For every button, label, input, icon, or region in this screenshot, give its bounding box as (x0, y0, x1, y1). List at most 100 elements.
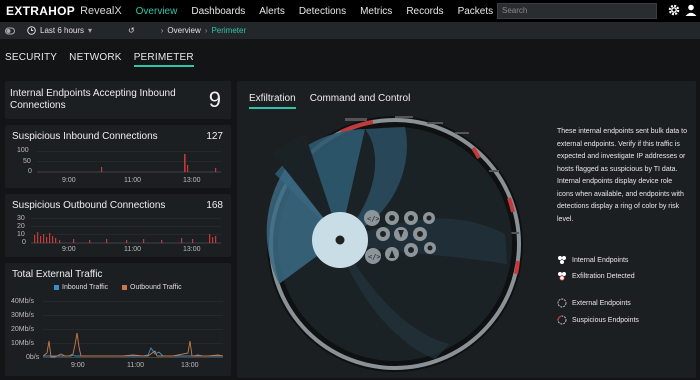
inbound-endpoints-title: Internal Endpoints Accepting Inbound Con… (10, 88, 176, 111)
y-tick-label: 40Mb/s (11, 298, 34, 305)
external-traffic-chart (43, 301, 223, 358)
gear-icon[interactable] (667, 3, 681, 17)
x-tick-label: 11:00 (124, 246, 141, 253)
chart-bar (181, 238, 183, 243)
chart-bar (55, 238, 57, 243)
chart-bar (40, 236, 42, 243)
inbound-endpoints-count: 9 (208, 87, 221, 112)
chart-bar (73, 239, 75, 243)
legend-outbound[interactable]: Outbound Traffic (122, 284, 182, 291)
tab-exfiltration[interactable]: Exfiltration (249, 93, 296, 109)
y-tick-label: 10Mb/s (11, 340, 34, 347)
external-traffic-panel[interactable]: Total External Traffic Inbound Traffic O… (5, 263, 231, 376)
breadcrumb-overview[interactable]: Overview (167, 26, 200, 35)
legend-suspicious-endpoints: Suspicious Endpoints (557, 315, 639, 325)
chart-bar (184, 154, 186, 172)
y-tick-label: 30Mb/s (11, 312, 34, 319)
y-tick-label: 0 (22, 239, 26, 246)
user-icon[interactable] (684, 3, 698, 17)
legend-label: Internal Endpoints (572, 256, 629, 264)
inbound-endpoints-panel[interactable]: Internal Endpoints Accepting Inbound Con… (5, 81, 231, 119)
dashboard-tabs: SECURITY NETWORK PERIMETER (5, 52, 194, 67)
chart-bar (37, 232, 39, 243)
suspicious-outbound-title: Suspicious Outbound Connections (12, 200, 166, 211)
chevron-right-icon: › (160, 26, 164, 35)
x-tick-label: 9:00 (71, 362, 85, 369)
exfiltration-detected-icon (558, 272, 566, 281)
svg-text:</>: </> (367, 215, 380, 223)
exfiltration-description: These internal endpoints sent bulk data … (557, 128, 687, 223)
external-endpoints-icon (557, 298, 567, 308)
tab-security[interactable]: SECURITY (5, 52, 57, 67)
chart-bar (161, 240, 163, 243)
time-range-selector[interactable]: Last 6 hours (40, 26, 84, 35)
suspicious-inbound-chart (37, 151, 221, 173)
internal-endpoints-icon (558, 256, 566, 264)
legend-inbound-label: Inbound Traffic (62, 284, 109, 291)
chart-bar (212, 237, 214, 243)
legend-label: Suspicious Endpoints (572, 316, 639, 324)
legend-swatch-icon (54, 285, 59, 290)
x-tick-label: 9:00 (62, 246, 76, 253)
y-tick-label: 20 (17, 223, 25, 230)
cursor-icon (335, 235, 345, 245)
legend-label: Exfiltration Detected (572, 272, 635, 280)
brand-logo[interactable]: EXTRAHOP (6, 4, 75, 18)
nav-overview[interactable]: Overview (136, 6, 178, 17)
tab-command-and-control[interactable]: Command and Control (310, 93, 411, 109)
y-tick-label: 30 (17, 215, 25, 222)
suspicious-endpoint-arc (514, 260, 520, 275)
suspicious-outbound-panel[interactable]: Suspicious Outbound Connections 168 30 2… (5, 194, 231, 257)
x-tick-label: 11:00 (127, 362, 144, 369)
breadcrumb-perimeter: Perimeter (211, 26, 247, 35)
nav-records[interactable]: Records (406, 6, 443, 17)
breadcrumb-separator-icon: › (204, 26, 208, 35)
y-tick-label: 50 (23, 158, 31, 165)
chart-bar (192, 239, 194, 243)
toolbar: Last 6 hours ▾ ↺ › Overview › Perimeter (0, 22, 700, 39)
tab-network[interactable]: NETWORK (69, 52, 122, 67)
nav-packets[interactable]: Packets (458, 6, 494, 17)
nav-detections[interactable]: Detections (299, 6, 346, 17)
main-subtabs: Exfiltration Command and Control (249, 93, 410, 109)
nav-metrics[interactable]: Metrics (360, 6, 392, 17)
chart-bar (215, 236, 217, 243)
product-name: RevealX (80, 5, 122, 17)
chart-bar (34, 235, 36, 243)
suspicious-inbound-count: 127 (206, 131, 223, 142)
undo-icon[interactable]: ↺ (128, 26, 135, 35)
toggle-icon[interactable] (5, 27, 15, 35)
chart-bar (126, 240, 128, 243)
suspicious-outbound-count: 168 (206, 200, 223, 211)
top-nav-bar: EXTRAHOP RevealX Overview Dashboards Ale… (0, 0, 700, 22)
chart-bar (46, 237, 48, 243)
x-tick-label: 11:00 (124, 177, 141, 184)
legend-inbound[interactable]: Inbound Traffic (54, 284, 108, 291)
chart-bar (49, 233, 51, 243)
legend-label: External Endpoints (572, 299, 631, 307)
tab-perimeter[interactable]: PERIMETER (133, 52, 194, 67)
external-traffic-title: Total External Traffic (12, 269, 103, 280)
legend-internal-endpoints: Internal Endpoints (557, 255, 628, 265)
suspicious-inbound-panel[interactable]: Suspicious Inbound Connections 127 100 5… (5, 125, 231, 188)
chart-bar (143, 239, 145, 243)
nav-dashboards[interactable]: Dashboards (191, 6, 245, 17)
chevron-down-icon[interactable]: ▾ (88, 26, 92, 35)
exfiltration-wheel[interactable]: </> </> (245, 114, 545, 376)
chart-bar (101, 167, 103, 172)
suspicious-outbound-chart (31, 218, 221, 244)
search-input[interactable]: Search (497, 3, 657, 19)
y-tick-label: 10 (17, 231, 25, 238)
legend-outbound-label: Outbound Traffic (130, 284, 182, 291)
outbound-traffic-line (43, 332, 223, 358)
chart-bar (215, 168, 217, 172)
legend-swatch-icon (122, 285, 127, 290)
legend-external-endpoints: External Endpoints (557, 298, 631, 308)
chart-bar (106, 239, 108, 243)
svg-text:</>: </> (368, 253, 381, 261)
chart-bar (89, 240, 91, 243)
clock-icon (27, 26, 36, 35)
suspicious-inbound-title: Suspicious Inbound Connections (12, 131, 158, 142)
nav-alerts[interactable]: Alerts (259, 6, 285, 17)
y-tick-label: 0b/s (26, 354, 40, 361)
